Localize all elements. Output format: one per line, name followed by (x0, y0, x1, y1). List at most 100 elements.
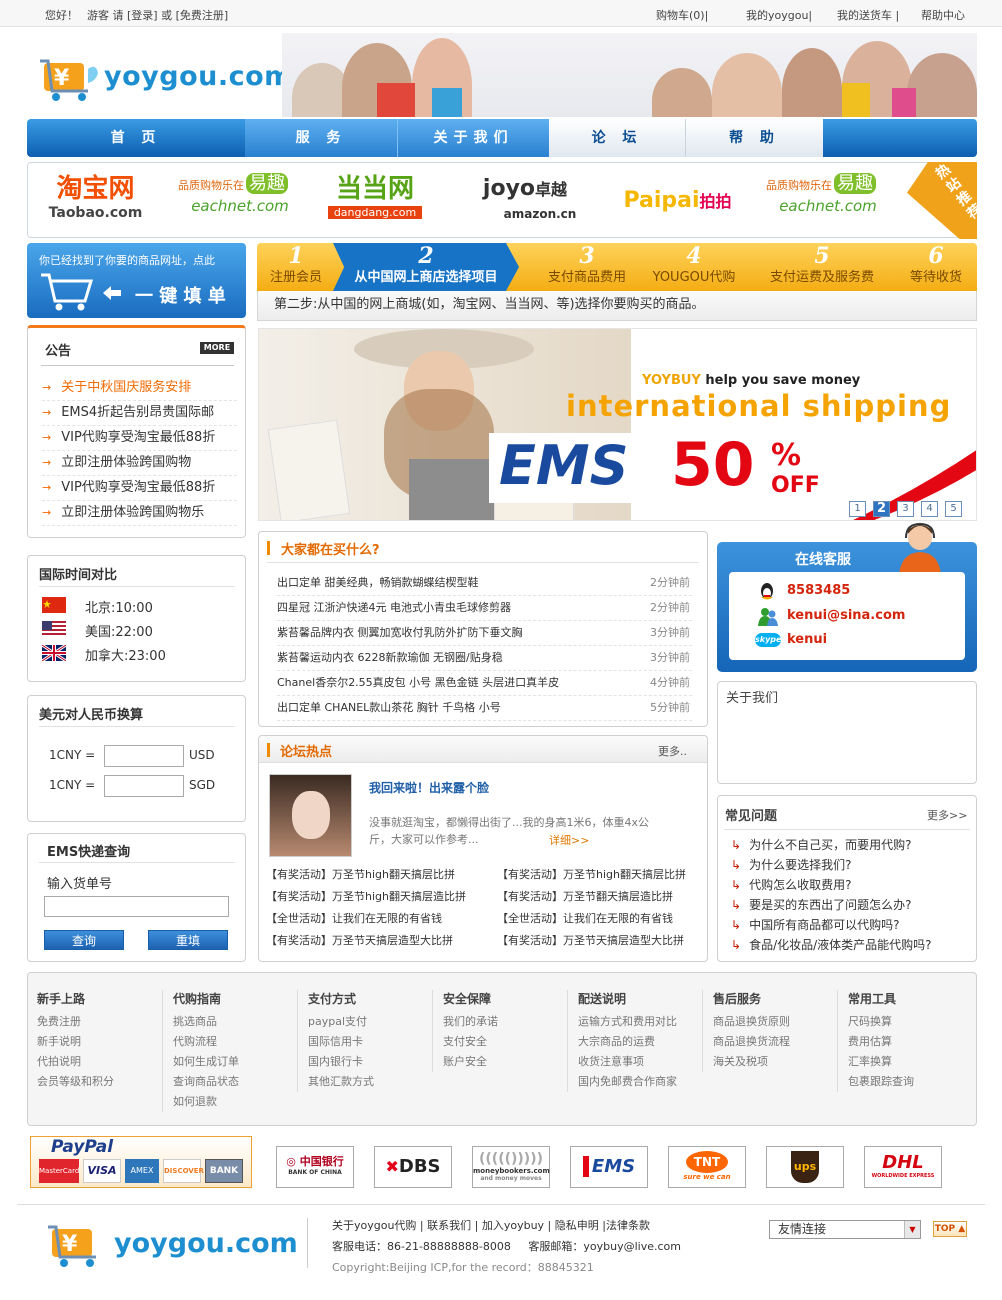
eachnet-logo[interactable]: 品质购物乐在 易趣 eachnet.com (170, 173, 310, 229)
footer-link[interactable]: 商品退换货流程 (713, 1032, 832, 1052)
slide-page-2[interactable]: 2 (873, 501, 890, 517)
notice-item[interactable]: → VIP代购享受淘宝最低88折 (42, 476, 237, 501)
trending-item[interactable]: 紫苔馨运动内衣 6228新款瑜伽 无钢圈/贴身稳 3分钟前 (277, 646, 692, 671)
notice-item[interactable]: → 关于中秋国庆服务安排 (42, 376, 237, 401)
faq-more-link[interactable]: 更多>> (927, 807, 967, 823)
reset-button[interactable]: 重填 (148, 930, 228, 950)
notice-item[interactable]: → EMS4折起告别昂贵国际邮 (42, 401, 237, 426)
footer-link[interactable]: 免费注册 (37, 1012, 167, 1032)
footer-link[interactable]: 国际信用卡 (308, 1032, 427, 1052)
help-center-link[interactable]: 帮助中心 (921, 7, 965, 23)
faq-item[interactable]: ↳ 中国所有商品都可以代购吗? (731, 916, 899, 933)
footer-link[interactable]: 包裹跟踪查询 (848, 1072, 967, 1092)
trending-item[interactable]: 出口定单 CHANEL款山茶花 胸针 千鸟格 小号 5分钟前 (277, 696, 692, 721)
my-delivery-link[interactable]: 我的送货车 | (837, 7, 899, 23)
footer-link[interactable]: 费用估算 (848, 1032, 967, 1052)
friend-links-select[interactable]: 友情连接 ▼ (769, 1220, 921, 1239)
footer-link[interactable]: paypal支付 (308, 1012, 427, 1032)
eachnet-logo-2[interactable]: 品质购物乐在 易趣 eachnet.com (758, 173, 898, 229)
footer-contact: 客服电话：86-21-88888888-8008 客服邮箱：yoybuy@liv… (332, 1240, 681, 1253)
footer-link[interactable]: 海关及税项 (713, 1052, 832, 1072)
footer-link[interactable]: 尺码换算 (848, 1012, 967, 1032)
faq-item[interactable]: ↳ 为什么不自己买，而要用代购? (731, 836, 911, 853)
query-button[interactable]: 查询 (44, 930, 124, 950)
nav-forum[interactable]: 论 坛 (549, 119, 685, 157)
taobao-logo[interactable]: 淘宝网 Taobao.com (38, 173, 153, 229)
faq-item[interactable]: ↳ 代购怎么收取费用? (731, 876, 851, 893)
footer-link[interactable]: 运输方式和费用对比 (578, 1012, 697, 1032)
paipai-logo[interactable]: Paipai拍拍 (610, 173, 745, 229)
forum-link[interactable]: 【有奖活动】万圣节high翻天搞层比拼 (266, 866, 455, 882)
footer-link[interactable]: 商品退换货原则 (713, 1012, 832, 1032)
msn-account[interactable]: kenui@sina.com (787, 608, 905, 623)
qq-number[interactable]: 8583485 (787, 583, 850, 598)
slide-page-4[interactable]: 4 (921, 501, 938, 517)
footer-link[interactable]: 查询商品状态 (173, 1072, 292, 1092)
nav-help[interactable]: 帮 助 (685, 119, 823, 157)
trending-item[interactable]: 出口定单 甜美经典，畅销款蝴蝶结楔型鞋 2分钟前 (277, 571, 692, 596)
forum-link[interactable]: 【全世活动】让我们在无限的有省钱 (266, 910, 442, 926)
forum-more-link[interactable]: 更多.. (658, 743, 687, 759)
notice-item[interactable]: → VIP代购享受淘宝最低88折 (42, 426, 237, 451)
footer-link[interactable]: 如何生成订单 (173, 1052, 292, 1072)
forum-link[interactable]: 【全世活动】让我们在无限的有省钱 (497, 910, 673, 926)
footer-link[interactable]: 国内免邮费合作商家 (578, 1072, 697, 1092)
footer-link[interactable]: 挑选商品 (173, 1012, 292, 1032)
my-account-link[interactable]: 我的yoygou| (746, 7, 812, 23)
cart-link[interactable]: 购物车(0)| (656, 7, 708, 23)
site-logo[interactable]: ¥ yoygou.com (38, 55, 292, 105)
dangdang-logo[interactable]: 当当网 dangdang.com (310, 173, 440, 229)
trending-item[interactable]: 四星冠 江浙沪快递4元 电池式小青虫毛球修剪器 2分钟前 (277, 596, 692, 621)
usd-amount-input[interactable] (104, 745, 184, 767)
forum-link[interactable]: 【有奖活动】万圣节high翻天搞层比拼 (497, 866, 686, 882)
footer-link[interactable]: 代购流程 (173, 1032, 292, 1052)
login-register-link[interactable]: 游客 请 [登录] 或 [免费注册] (87, 7, 228, 23)
footer-nav-links[interactable]: 关于yoygou代购 | 联系我们 | 加入yoybuy | 隐私申明 |法律条… (332, 1217, 650, 1233)
footer-link[interactable]: 会员等级和积分 (37, 1072, 167, 1092)
promo-tagline: YOYBUY help you save money (642, 373, 861, 388)
faq-item[interactable]: ↳ 食品/化妆品/液体类产品能代购吗? (731, 936, 932, 953)
faq-item[interactable]: ↳ 要是买的东西出了问题怎么办? (731, 896, 911, 913)
footer-link[interactable]: 账户安全 (443, 1052, 562, 1072)
footer-link[interactable]: 大宗商品的运费 (578, 1032, 697, 1052)
forum-link[interactable]: 【有奖活动】万圣节天搞层造型大比拼 (497, 932, 684, 948)
sgd-amount-input[interactable] (104, 775, 184, 797)
footer-link[interactable]: 如何退款 (173, 1092, 292, 1112)
trending-item[interactable]: Chanel香奈尔2.55真皮包 小号 黑色金链 头层进口真羊皮 4分钟前 (277, 671, 692, 696)
forum-link[interactable]: 【有奖活动】万圣节天搞层造型大比拼 (266, 932, 453, 948)
one-click-order-button[interactable]: 你已经找到了你要的商品网址，点此 一 键 填 单 (27, 243, 246, 318)
forum-link[interactable]: 【有奖活动】万圣节翻天搞层造比拼 (497, 888, 673, 904)
forum-detail-link[interactable]: 详细>> (549, 832, 589, 848)
back-to-top-button[interactable]: TOP ▲ (933, 1221, 967, 1237)
footer-link[interactable]: 代拍说明 (37, 1052, 167, 1072)
footer-link[interactable]: 汇率换算 (848, 1052, 967, 1072)
nav-about[interactable]: 关于我们 (397, 119, 549, 157)
notice-item[interactable]: → 立即注册体验跨国购物乐 (42, 501, 237, 526)
footer-link[interactable]: 国内银行卡 (308, 1052, 427, 1072)
joyo-amazon-logo[interactable]: joyo卓越 amazon.cn (460, 173, 590, 229)
ems-logo: EMS (570, 1146, 648, 1188)
forum-title: 论坛热点 (280, 745, 333, 760)
slide-page-1[interactable]: 1 (849, 501, 866, 517)
footer-link[interactable]: 支付安全 (443, 1032, 562, 1052)
tracking-number-input[interactable] (44, 896, 229, 917)
promo-slideshow[interactable]: YOYBUY help you save money international… (258, 328, 977, 521)
nav-home[interactable]: 首 页 (27, 119, 245, 157)
nav-services[interactable]: 服 务 (245, 119, 397, 157)
forum-link[interactable]: 【有奖活动】万圣节high翻天搞层造比拼 (266, 888, 466, 904)
trending-item[interactable]: 紫苔馨品牌内衣 侧翼加宽收付乳防外扩防下垂文胸 3分钟前 (277, 621, 692, 646)
footer-link[interactable]: 收货注意事项 (578, 1052, 697, 1072)
slide-page-3[interactable]: 3 (897, 501, 914, 517)
footer-link[interactable]: 新手说明 (37, 1032, 167, 1052)
footer-link[interactable]: 其他汇款方式 (308, 1072, 427, 1092)
faq-item[interactable]: ↳ 为什么要选择我们? (731, 856, 851, 873)
forum-avatar-image[interactable] (269, 774, 352, 857)
footer-link[interactable]: 我们的承诺 (443, 1012, 562, 1032)
notice-item[interactable]: → 立即注册体验跨国购物 (42, 451, 237, 476)
usa-time: 美国:22:00 (85, 625, 153, 640)
footer-logo[interactable]: ¥ yoygou.com (46, 1218, 298, 1274)
notice-more-button[interactable]: MORE (200, 342, 234, 354)
slide-page-5[interactable]: 5 (945, 501, 962, 517)
skype-account[interactable]: kenui (787, 632, 827, 647)
forum-post-title[interactable]: 我回来啦！出来露个脸 (369, 779, 489, 796)
